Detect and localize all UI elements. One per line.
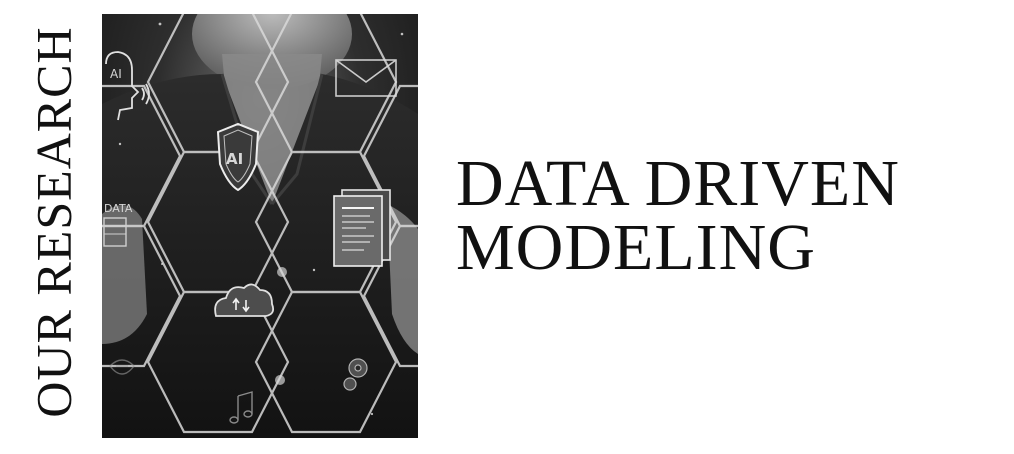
ai-shield-label: AI: [226, 150, 243, 168]
headline: DATA DRIVEN MODELING: [456, 147, 976, 284]
data-label: DATA: [104, 202, 133, 215]
headline-line-1: DATA DRIVEN: [456, 147, 900, 220]
headline-line-2: MODELING: [456, 211, 816, 284]
hero-image: AI AI DATA: [102, 14, 418, 438]
ai-head-label: AI: [110, 67, 122, 81]
document-icon: [333, 189, 391, 267]
side-label: OUR RESEARCH: [26, 22, 83, 422]
side-label-text: OUR RESEARCH: [26, 26, 83, 418]
hero-photo-illustration: AI AI DATA: [102, 14, 418, 438]
